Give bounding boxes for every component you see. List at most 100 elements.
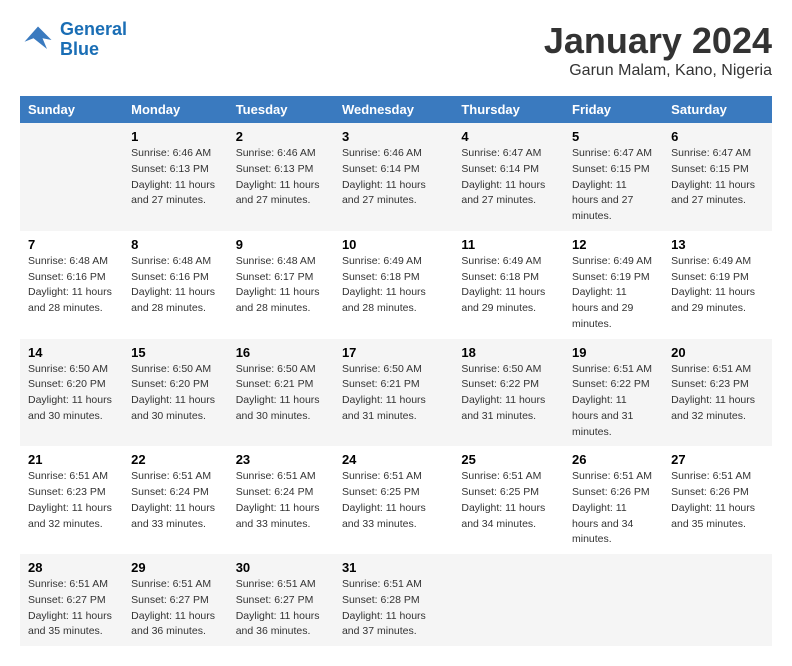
calendar-cell: 22 Sunrise: 6:51 AMSunset: 6:24 PMDayligh… [123, 446, 228, 554]
calendar-week-row: 7 Sunrise: 6:48 AMSunset: 6:16 PMDaylight… [20, 231, 772, 339]
day-number: 24 [342, 452, 445, 467]
weekday-header: Friday [564, 96, 663, 123]
calendar-cell: 18Sunrise: 6:50 AMSunset: 6:22 PMDayligh… [453, 339, 564, 447]
day-info: Sunrise: 6:46 AMSunset: 6:13 PMDaylight:… [131, 146, 220, 209]
day-info: Sunrise: 6:47 AMSunset: 6:15 PMDaylight:… [572, 146, 655, 225]
day-number: 10 [342, 237, 445, 252]
weekday-header: Tuesday [228, 96, 334, 123]
day-info: Sunrise: 6:49 AMSunset: 6:19 PMDaylight:… [671, 254, 764, 317]
day-info: Sunrise: 6:51 AMSunset: 6:25 PMDaylight:… [461, 469, 556, 532]
day-number: 6 [671, 129, 764, 144]
day-info: Sunrise: 6:51 AMSunset: 6:27 PMDaylight:… [131, 577, 220, 640]
page-header: General Blue January 2024 Garun Malam, K… [20, 20, 772, 80]
calendar-cell: 2Sunrise: 6:46 AMSunset: 6:13 PMDaylight… [228, 123, 334, 231]
day-info: Sunrise: 6:51 AMSunset: 6:25 PMDaylight:… [342, 469, 445, 532]
location: Garun Malam, Kano, Nigeria [544, 62, 772, 80]
day-info: Sunrise: 6:47 AMSunset: 6:15 PMDaylight:… [671, 146, 764, 209]
day-info: Sunrise: 6:50 AMSunset: 6:20 PMDaylight:… [131, 362, 220, 425]
calendar-week-row: 14Sunrise: 6:50 AMSunset: 6:20 PMDayligh… [20, 339, 772, 447]
logo-text: General Blue [60, 20, 127, 60]
day-info: Sunrise: 6:48 AMSunset: 6:17 PMDaylight:… [236, 254, 326, 317]
day-number: 26 [572, 452, 655, 467]
day-number: 3 [342, 129, 445, 144]
day-info: Sunrise: 6:51 AMSunset: 6:23 PMDaylight:… [671, 362, 764, 425]
day-number: 31 [342, 560, 445, 575]
logo-line2: Blue [60, 39, 99, 59]
calendar-cell: 3Sunrise: 6:46 AMSunset: 6:14 PMDaylight… [334, 123, 453, 231]
day-number: 20 [671, 345, 764, 360]
calendar-cell: 7Sunrise: 6:48 AMSunset: 6:16 PMDaylight… [20, 231, 123, 339]
day-info: Sunrise: 6:48 AMSunset: 6:16 PMDaylight:… [131, 254, 220, 317]
day-number: 11 [461, 237, 556, 252]
weekday-header: Saturday [663, 96, 772, 123]
calendar-cell: 20 Sunrise: 6:51 AMSunset: 6:23 PMDayligh… [663, 339, 772, 447]
day-info: Sunrise: 6:51 AMSunset: 6:26 PMDaylight:… [671, 469, 764, 532]
calendar-cell: 1Sunrise: 6:46 AMSunset: 6:13 PMDaylight… [123, 123, 228, 231]
calendar-header: SundayMondayTuesdayWednesdayThursdayFrid… [20, 96, 772, 123]
weekday-header: Sunday [20, 96, 123, 123]
day-info: Sunrise: 6:46 AMSunset: 6:13 PMDaylight:… [236, 146, 326, 209]
day-info: Sunrise: 6:51 AMSunset: 6:24 PMDaylight:… [236, 469, 326, 532]
calendar-cell: 12 Sunrise: 6:49 AMSunset: 6:19 PMDayligh… [564, 231, 663, 339]
day-number: 12 [572, 237, 655, 252]
calendar-cell: 8 Sunrise: 6:48 AMSunset: 6:16 PMDaylight… [123, 231, 228, 339]
calendar-cell: 4Sunrise: 6:47 AMSunset: 6:14 PMDaylight… [453, 123, 564, 231]
day-info: Sunrise: 6:51 AMSunset: 6:28 PMDaylight:… [342, 577, 445, 640]
month-title: January 2024 [544, 20, 772, 62]
weekday-header: Monday [123, 96, 228, 123]
day-info: Sunrise: 6:49 AMSunset: 6:18 PMDaylight:… [342, 254, 445, 317]
calendar-cell: 24 Sunrise: 6:51 AMSunset: 6:25 PMDayligh… [334, 446, 453, 554]
calendar-cell: 6 Sunrise: 6:47 AMSunset: 6:15 PMDaylight… [663, 123, 772, 231]
day-number: 16 [236, 345, 326, 360]
day-number: 22 [131, 452, 220, 467]
calendar-cell [453, 554, 564, 646]
calendar-cell: 19Sunrise: 6:51 AMSunset: 6:22 PMDayligh… [564, 339, 663, 447]
day-info: Sunrise: 6:51 AMSunset: 6:23 PMDaylight:… [28, 469, 115, 532]
day-number: 7 [28, 237, 115, 252]
calendar-cell: 29 Sunrise: 6:51 AMSunset: 6:27 PMDayligh… [123, 554, 228, 646]
day-info: Sunrise: 6:50 AMSunset: 6:21 PMDaylight:… [342, 362, 445, 425]
header-row: SundayMondayTuesdayWednesdayThursdayFrid… [20, 96, 772, 123]
day-number: 5 [572, 129, 655, 144]
calendar-cell: 17Sunrise: 6:50 AMSunset: 6:21 PMDayligh… [334, 339, 453, 447]
day-number: 23 [236, 452, 326, 467]
day-info: Sunrise: 6:51 AMSunset: 6:27 PMDaylight:… [28, 577, 115, 640]
calendar-week-row: 28Sunrise: 6:51 AMSunset: 6:27 PMDayligh… [20, 554, 772, 646]
day-number: 29 [131, 560, 220, 575]
calendar-cell [20, 123, 123, 231]
weekday-header: Wednesday [334, 96, 453, 123]
day-info: Sunrise: 6:50 AMSunset: 6:20 PMDaylight:… [28, 362, 115, 425]
calendar-cell [564, 554, 663, 646]
day-info: Sunrise: 6:47 AMSunset: 6:14 PMDaylight:… [461, 146, 556, 209]
calendar-cell: 26 Sunrise: 6:51 AMSunset: 6:26 PMDayligh… [564, 446, 663, 554]
calendar-cell [663, 554, 772, 646]
calendar-cell: 14Sunrise: 6:50 AMSunset: 6:20 PMDayligh… [20, 339, 123, 447]
day-number: 19 [572, 345, 655, 360]
logo-line1: General [60, 19, 127, 39]
day-info: Sunrise: 6:51 AMSunset: 6:24 PMDaylight:… [131, 469, 220, 532]
day-number: 18 [461, 345, 556, 360]
calendar-week-row: 1Sunrise: 6:46 AMSunset: 6:13 PMDaylight… [20, 123, 772, 231]
calendar-table: SundayMondayTuesdayWednesdayThursdayFrid… [20, 96, 772, 646]
day-number: 8 [131, 237, 220, 252]
logo: General Blue [20, 20, 127, 60]
calendar-cell: 5 Sunrise: 6:47 AMSunset: 6:15 PMDaylight… [564, 123, 663, 231]
day-number: 30 [236, 560, 326, 575]
title-block: January 2024 Garun Malam, Kano, Nigeria [544, 20, 772, 80]
calendar-cell: 11 Sunrise: 6:49 AMSunset: 6:18 PMDayligh… [453, 231, 564, 339]
logo-icon [20, 22, 56, 58]
day-number: 27 [671, 452, 764, 467]
day-info: Sunrise: 6:49 AMSunset: 6:19 PMDaylight:… [572, 254, 655, 333]
day-info: Sunrise: 6:49 AMSunset: 6:18 PMDaylight:… [461, 254, 556, 317]
day-info: Sunrise: 6:51 AMSunset: 6:27 PMDaylight:… [236, 577, 326, 640]
calendar-cell: 10 Sunrise: 6:49 AMSunset: 6:18 PMDayligh… [334, 231, 453, 339]
calendar-cell: 9 Sunrise: 6:48 AMSunset: 6:17 PMDaylight… [228, 231, 334, 339]
day-number: 25 [461, 452, 556, 467]
calendar-cell: 28Sunrise: 6:51 AMSunset: 6:27 PMDayligh… [20, 554, 123, 646]
day-number: 9 [236, 237, 326, 252]
calendar-cell: 16 Sunrise: 6:50 AMSunset: 6:21 PMDayligh… [228, 339, 334, 447]
day-info: Sunrise: 6:51 AMSunset: 6:26 PMDaylight:… [572, 469, 655, 548]
weekday-header: Thursday [453, 96, 564, 123]
calendar-cell: 21Sunrise: 6:51 AMSunset: 6:23 PMDayligh… [20, 446, 123, 554]
day-info: Sunrise: 6:50 AMSunset: 6:21 PMDaylight:… [236, 362, 326, 425]
